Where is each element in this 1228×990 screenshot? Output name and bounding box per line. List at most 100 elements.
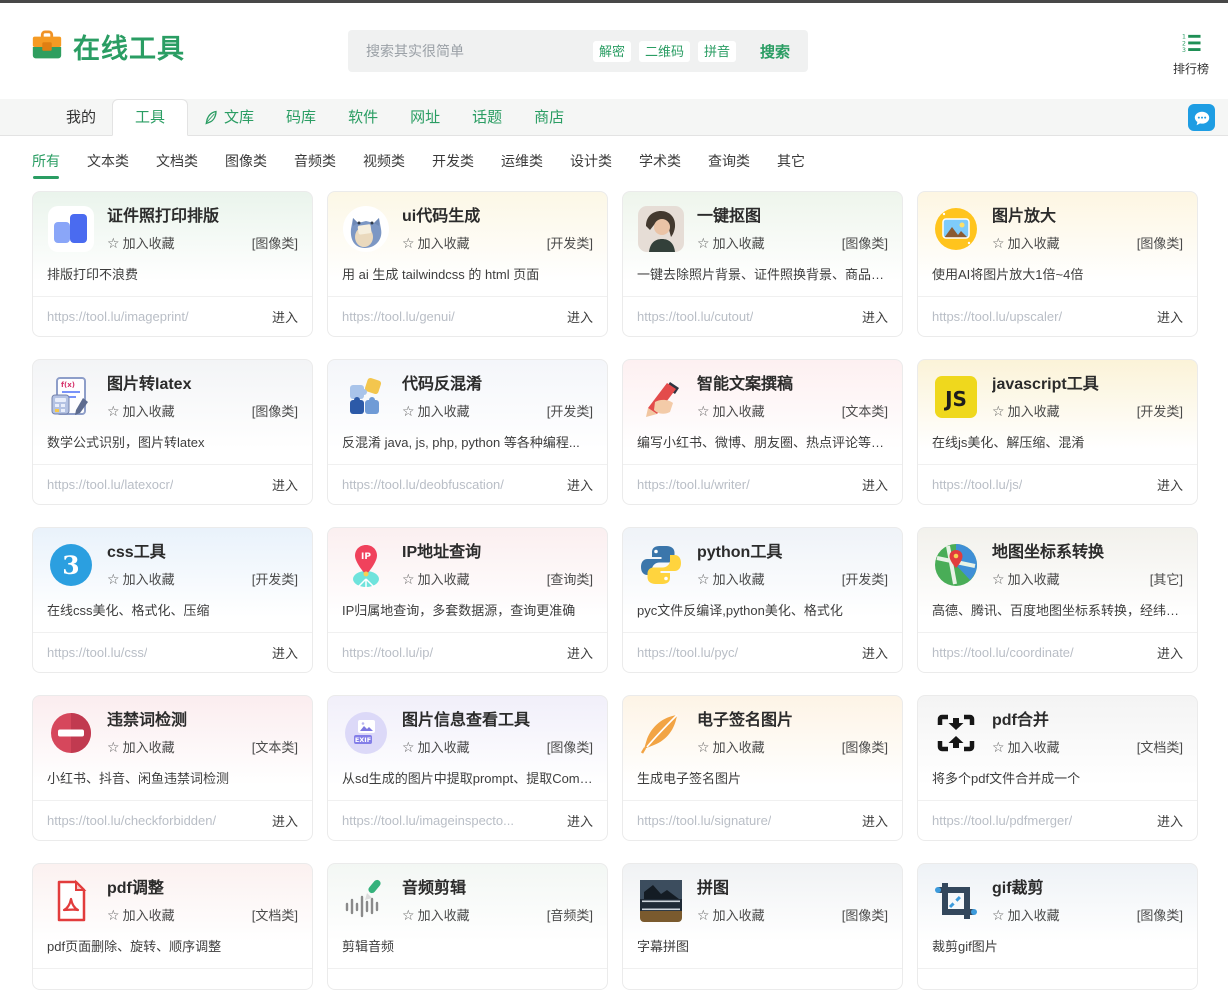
tab-software[interactable]: 软件: [332, 101, 394, 135]
category-ops[interactable]: 运维类: [501, 151, 543, 179]
photo-stitch-icon: [637, 877, 685, 925]
tool-url: https://tool.lu/js/: [932, 477, 1022, 492]
star-icon: ☆: [107, 236, 120, 250]
tool-card[interactable]: JS javascript工具 ☆ 加入收藏 [开发类] 在线js美化、解压缩、…: [917, 359, 1198, 505]
tool-card[interactable]: f(x) 图片转latex ☆ 加入收藏 [图像类] 数学公式识别，图片转lat…: [32, 359, 313, 505]
tab-shop[interactable]: 商店: [518, 101, 580, 135]
enter-link[interactable]: 进入: [1157, 307, 1183, 326]
tab-mine[interactable]: 我的: [50, 101, 112, 135]
tool-url: https://tool.lu/imageprint/: [47, 309, 189, 324]
tool-url: https://tool.lu/deobfuscation/: [342, 477, 504, 492]
add-favorite-button[interactable]: ☆ 加入收藏: [992, 569, 1060, 588]
add-favorite-button[interactable]: ☆ 加入收藏: [697, 905, 765, 924]
tool-card[interactable]: 一键抠图 ☆ 加入收藏 [图像类] 一键去除照片背景、证件照换背景、商品白...…: [622, 191, 903, 337]
enter-link[interactable]: 进入: [567, 643, 593, 662]
tab-sites[interactable]: 网址: [394, 101, 456, 135]
category-dev[interactable]: 开发类: [432, 151, 474, 179]
add-favorite-button[interactable]: ☆ 加入收藏: [992, 905, 1060, 924]
enter-link[interactable]: 进入: [1157, 811, 1183, 830]
star-icon: ☆: [697, 236, 710, 250]
tool-card[interactable]: 地图坐标系转换 ☆ 加入收藏 [其它] 高德、腾讯、百度地图坐标系转换，经纬度.…: [917, 527, 1198, 673]
add-favorite-button[interactable]: ☆ 加入收藏: [697, 569, 765, 588]
add-favorite-button[interactable]: ☆ 加入收藏: [402, 233, 470, 252]
tool-card[interactable]: EXIF 图片信息查看工具 ☆ 加入收藏 [图像类] 从sd生成的图片中提取pr…: [327, 695, 608, 841]
category-text[interactable]: 文本类: [87, 151, 129, 179]
search-input[interactable]: [364, 42, 593, 60]
latexocr-icon: f(x): [47, 373, 95, 421]
tab-docs[interactable]: 文库: [188, 101, 270, 135]
add-favorite-button[interactable]: ☆ 加入收藏: [402, 569, 470, 588]
category-video[interactable]: 视频类: [363, 151, 405, 179]
tool-card[interactable]: 图片放大 ☆ 加入收藏 [图像类] 使用AI将图片放大1倍~4倍 https:/…: [917, 191, 1198, 337]
tool-title: 一键抠图: [697, 206, 888, 227]
add-favorite-button[interactable]: ☆ 加入收藏: [107, 905, 175, 924]
tool-card[interactable]: 智能文案撰稿 ☆ 加入收藏 [文本类] 编写小红书、微博、朋友圈、热点评论等文案…: [622, 359, 903, 505]
enter-link[interactable]: 进入: [272, 811, 298, 830]
enter-link[interactable]: 进入: [567, 475, 593, 494]
tab-tools[interactable]: 工具: [112, 99, 188, 136]
category-image[interactable]: 图像类: [225, 151, 267, 179]
category-other[interactable]: 其它: [777, 151, 805, 179]
enter-link[interactable]: 进入: [272, 643, 298, 662]
add-favorite-button[interactable]: ☆ 加入收藏: [697, 233, 765, 252]
ranking-link[interactable]: 1 2 3 排行榜: [1167, 32, 1215, 77]
add-favorite-button[interactable]: ☆ 加入收藏: [402, 737, 470, 756]
enter-link[interactable]: 进入: [567, 811, 593, 830]
enter-link[interactable]: 进入: [567, 307, 593, 326]
enter-link[interactable]: 进入: [272, 307, 298, 326]
enter-link[interactable]: 进入: [862, 643, 888, 662]
tool-card[interactable]: IP IP地址查询 ☆ 加入收藏 [查询类] IP归属地查询，多套数据源，查询更…: [327, 527, 608, 673]
category-audio[interactable]: 音频类: [294, 151, 336, 179]
search-button[interactable]: 搜索: [756, 41, 794, 62]
tool-card[interactable]: 代码反混淆 ☆ 加入收藏 [开发类] 反混淆 java, js, php, py…: [327, 359, 608, 505]
tool-url: https://tool.lu/coordinate/: [932, 645, 1074, 660]
tool-url: https://tool.lu/pdfmerger/: [932, 813, 1072, 828]
tool-card[interactable]: 证件照打印排版 ☆ 加入收藏 [图像类] 排版打印不浪费 https://too…: [32, 191, 313, 337]
add-favorite-button[interactable]: ☆ 加入收藏: [107, 569, 175, 588]
tool-card[interactable]: pdf合并 ☆ 加入收藏 [文档类] 将多个pdf文件合并成一个 https:/…: [917, 695, 1198, 841]
enter-link[interactable]: 进入: [272, 475, 298, 494]
tool-description: 数学公式识别，图片转latex: [47, 434, 298, 452]
star-icon: ☆: [992, 572, 1005, 586]
add-favorite-button[interactable]: ☆ 加入收藏: [107, 401, 175, 420]
tool-card[interactable]: 3 css工具 ☆ 加入收藏 [开发类] 在线css美化、格式化、压缩 http…: [32, 527, 313, 673]
search-hot-tag[interactable]: 解密: [593, 41, 631, 62]
tool-card[interactable]: ui代码生成 ☆ 加入收藏 [开发类] 用 ai 生成 tailwindcss …: [327, 191, 608, 337]
enter-link[interactable]: 进入: [862, 307, 888, 326]
tool-url: https://tool.lu/genui/: [342, 309, 455, 324]
svg-text:3: 3: [62, 551, 79, 580]
add-favorite-button[interactable]: ☆ 加入收藏: [107, 233, 175, 252]
tab-topics[interactable]: 话题: [456, 101, 518, 135]
add-favorite-button[interactable]: ☆ 加入收藏: [402, 905, 470, 924]
header: 在线工具 解密二维码拼音 搜索 1 2 3 排行榜: [0, 3, 1228, 99]
tool-title: gif裁剪: [992, 878, 1183, 899]
tool-card[interactable]: python工具 ☆ 加入收藏 [开发类] pyc文件反编译,python美化、…: [622, 527, 903, 673]
tool-card[interactable]: 电子签名图片 ☆ 加入收藏 [图像类] 生成电子签名图片 https://too…: [622, 695, 903, 841]
add-favorite-button[interactable]: ☆ 加入收藏: [992, 401, 1060, 420]
add-favorite-button[interactable]: ☆ 加入收藏: [107, 737, 175, 756]
category-design[interactable]: 设计类: [570, 151, 612, 179]
add-favorite-button[interactable]: ☆ 加入收藏: [402, 401, 470, 420]
site-logo[interactable]: 在线工具: [30, 27, 185, 66]
ranking-label: 排行榜: [1167, 60, 1215, 77]
enter-link[interactable]: 进入: [862, 811, 888, 830]
tool-description: 排版打印不浪费: [47, 266, 298, 284]
search-hot-tag[interactable]: 二维码: [639, 41, 690, 62]
add-favorite-button[interactable]: ☆ 加入收藏: [697, 737, 765, 756]
enter-link[interactable]: 进入: [1157, 475, 1183, 494]
add-favorite-button[interactable]: ☆ 加入收藏: [992, 737, 1060, 756]
category-academic[interactable]: 学术类: [639, 151, 681, 179]
enter-link[interactable]: 进入: [1157, 643, 1183, 662]
category-all[interactable]: 所有: [32, 151, 60, 179]
category-query[interactable]: 查询类: [708, 151, 750, 179]
enter-link[interactable]: 进入: [862, 475, 888, 494]
star-icon: ☆: [992, 404, 1005, 418]
category-document[interactable]: 文档类: [156, 151, 198, 179]
cutout-portrait-icon: [637, 205, 685, 253]
add-favorite-button[interactable]: ☆ 加入收藏: [697, 401, 765, 420]
add-favorite-button[interactable]: ☆ 加入收藏: [992, 233, 1060, 252]
tool-card[interactable]: 违禁词检测 ☆ 加入收藏 [文本类] 小红书、抖音、闲鱼违禁词检测 https:…: [32, 695, 313, 841]
tab-code[interactable]: 码库: [270, 101, 332, 135]
chat-icon[interactable]: [1188, 104, 1215, 131]
search-hot-tag[interactable]: 拼音: [698, 41, 736, 62]
